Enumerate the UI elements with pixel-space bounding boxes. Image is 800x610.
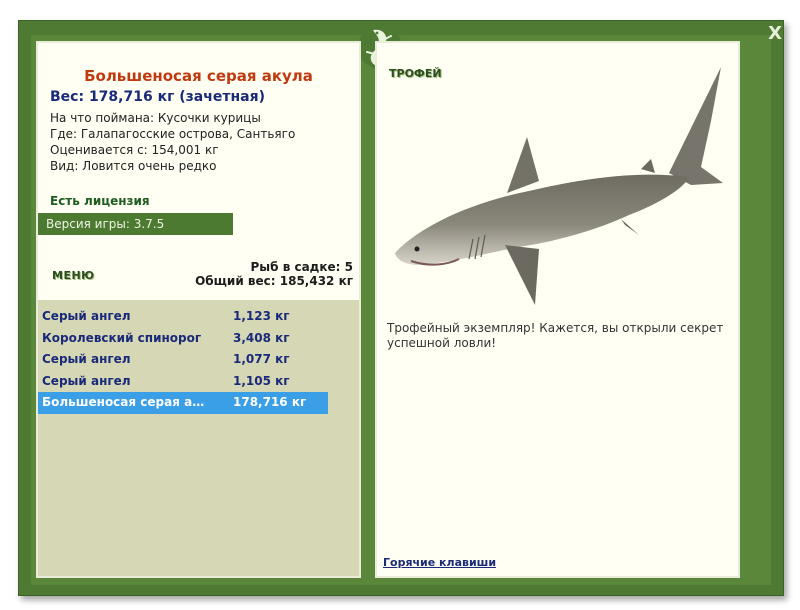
- item-name: Серый ангел: [42, 309, 131, 323]
- value-info: Оценивается с: 154,001 кг: [50, 143, 219, 157]
- catch-info-panel: Большеносая серая акула Вес: 178,716 кг …: [36, 41, 361, 578]
- version-label: Версия игры: 3.7.5: [38, 213, 233, 235]
- rarity-info: Вид: Ловится очень редко: [50, 159, 217, 173]
- location-info: Где: Галапагосские острова, Сантьяго: [50, 127, 296, 141]
- license-status: Есть лицензия: [50, 194, 150, 208]
- list-item[interactable]: Серый ангел 1,123 кг: [38, 306, 328, 328]
- item-weight: 1,105 кг: [233, 373, 290, 388]
- item-weight: 1,123 кг: [233, 309, 290, 323]
- list-item-selected[interactable]: Большеносая серая ак... 178,716 кг: [38, 392, 328, 414]
- trophy-heading: ТРОФЕЙ: [389, 67, 442, 80]
- item-name: Королевский спинорог: [42, 330, 202, 345]
- fish-details-section: Большеносая серая акула Вес: 178,716 кг …: [38, 43, 359, 300]
- trophy-message: Трофейный экземпляр! Кажется, вы открыли…: [387, 321, 724, 350]
- hotkeys-link[interactable]: Горячие клавиши: [383, 556, 496, 569]
- fish-weight: Вес: 178,716 кг (зачетная): [50, 89, 265, 105]
- list-item[interactable]: Серый ангел 1,077 кг: [38, 349, 328, 371]
- close-button[interactable]: X: [768, 23, 782, 44]
- list-item[interactable]: Королевский спинорог 3,408 кг: [38, 328, 328, 350]
- item-weight: 1,077 кг: [233, 352, 290, 366]
- item-weight: 3,408 кг: [233, 330, 290, 345]
- total-weight: Общий вес: 185,432 кг: [195, 274, 353, 288]
- catch-list: Серый ангел 1,123 кг Королевский спиноро…: [38, 306, 328, 414]
- cage-stats: Рыб в садке: 5 Общий вес: 185,432 кг: [195, 260, 353, 288]
- item-name: Серый ангел: [42, 373, 131, 388]
- item-weight: 178,716 кг: [233, 395, 307, 409]
- fish-count: Рыб в садке: 5: [250, 260, 354, 274]
- list-item[interactable]: Серый ангел 1,105 кг: [38, 371, 328, 393]
- trophy-panel: ТРОФЕЙ Трофейный экземпляр! Кажется, вы …: [375, 41, 740, 578]
- shark-image: [395, 67, 723, 305]
- item-name: Большеносая серая ак...: [42, 395, 212, 409]
- menu-button[interactable]: МЕНЮ: [52, 269, 95, 282]
- bait-info: На что поймана: Кусочки курицы: [50, 111, 261, 125]
- fish-title: Большеносая серая акула: [84, 67, 313, 85]
- item-name: Серый ангел: [42, 352, 131, 366]
